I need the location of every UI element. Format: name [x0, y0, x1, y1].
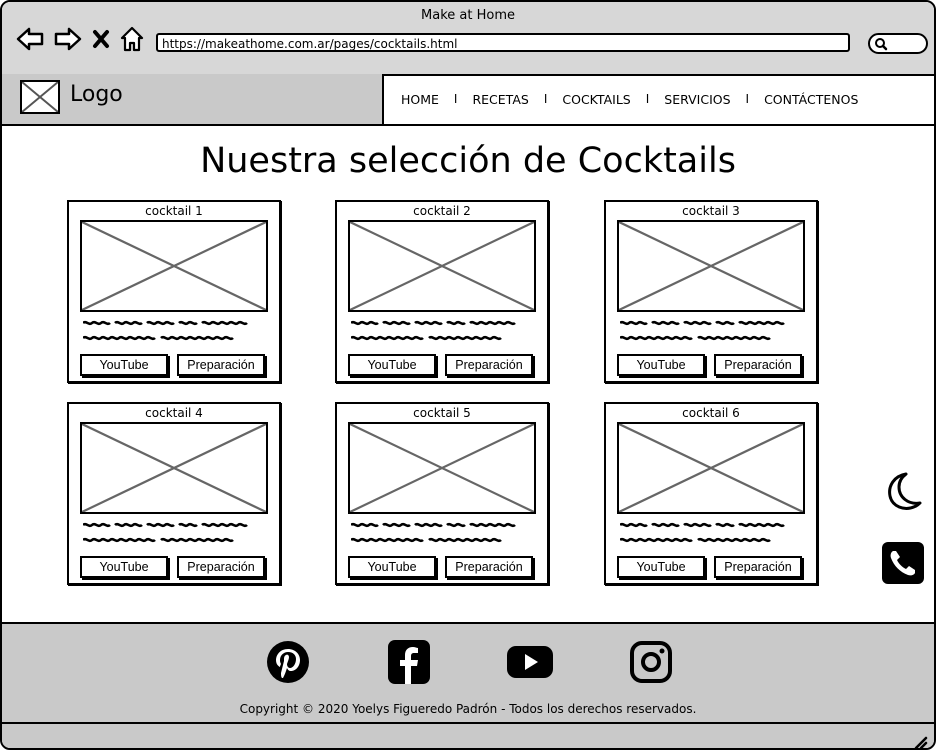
cocktail-card: cocktail 2 YouTube Preparación — [335, 200, 549, 383]
card-image-placeholder — [80, 422, 268, 514]
browser-window: Make at Home https://makeathome.com.ar/p… — [0, 0, 936, 750]
site-footer: Copyright © 2020 Yoelys Figueredo Padrón… — [2, 622, 934, 724]
card-image-placeholder — [348, 422, 536, 514]
placeholder-text-lines — [83, 522, 248, 543]
main-menu: HOME I RECETAS I COCKTAILS I SERVICIOS I… — [386, 74, 934, 124]
preparacion-button[interactable]: Preparación — [445, 556, 533, 578]
address-bar[interactable]: https://makeathome.com.ar/pages/cocktail… — [156, 33, 850, 52]
site-header: Logo HOME I RECETAS I COCKTAILS I SERVIC… — [2, 74, 934, 126]
card-title: cocktail 5 — [413, 406, 471, 420]
search-icon — [875, 38, 888, 51]
placeholder-text-lines — [83, 320, 248, 341]
youtube-button[interactable]: YouTube — [617, 556, 705, 578]
card-image-placeholder — [80, 220, 268, 312]
placeholder-text-lines — [620, 522, 785, 543]
youtube-button[interactable]: YouTube — [348, 556, 436, 578]
page-title: Nuestra selección de Cocktails — [200, 141, 736, 181]
menu-item-cocktails[interactable]: COCKTAILS — [547, 92, 645, 107]
close-icon[interactable] — [92, 28, 110, 50]
window-title: Make at Home — [421, 8, 515, 23]
menu-item-servicios[interactable]: SERVICIOS — [649, 92, 745, 107]
cocktail-card: cocktail 4 YouTube Preparación — [67, 402, 281, 585]
logo-text: Logo — [70, 82, 123, 107]
menu-item-contactenos[interactable]: CONTÁCTENOS — [749, 92, 873, 107]
card-image-placeholder — [617, 422, 805, 514]
back-arrow-icon[interactable] — [16, 26, 44, 52]
card-title: cocktail 4 — [145, 406, 203, 420]
youtube-button[interactable]: YouTube — [617, 354, 705, 376]
preparacion-button[interactable]: Preparación — [177, 354, 265, 376]
placeholder-text-lines — [351, 522, 516, 543]
placeholder-text-lines — [351, 320, 516, 341]
preparacion-button[interactable]: Preparación — [445, 354, 533, 376]
resize-grip-icon[interactable] — [912, 734, 928, 750]
youtube-button[interactable]: YouTube — [348, 354, 436, 376]
youtube-icon[interactable] — [506, 640, 554, 688]
placeholder-text-lines — [620, 320, 785, 341]
pinterest-icon[interactable] — [266, 640, 310, 688]
card-image-placeholder — [617, 220, 805, 312]
menu-item-recetas[interactable]: RECETAS — [457, 92, 543, 107]
card-image-placeholder — [348, 220, 536, 312]
moon-icon[interactable] — [882, 470, 924, 518]
cocktail-card: cocktail 3 YouTube Preparación — [604, 200, 818, 383]
card-title: cocktail 6 — [682, 406, 740, 420]
copyright-text: Copyright © 2020 Yoelys Figueredo Padrón… — [239, 702, 697, 716]
cocktail-card: cocktail 6 YouTube Preparación — [604, 402, 818, 585]
search-box[interactable] — [868, 33, 928, 54]
card-title: cocktail 2 — [413, 204, 471, 218]
card-title: cocktail 1 — [145, 204, 203, 218]
browser-chrome: Make at Home https://makeathome.com.ar/p… — [2, 2, 934, 76]
preparacion-button[interactable]: Preparación — [177, 556, 265, 578]
youtube-button[interactable]: YouTube — [80, 354, 168, 376]
cocktail-card: cocktail 1 YouTube Preparación — [67, 200, 281, 383]
facebook-icon[interactable] — [388, 640, 430, 688]
menu-item-home[interactable]: HOME — [386, 92, 454, 107]
logo-area[interactable]: Logo — [2, 74, 384, 124]
logo-image-placeholder — [20, 80, 60, 114]
youtube-button[interactable]: YouTube — [80, 556, 168, 578]
preparacion-button[interactable]: Preparación — [714, 354, 802, 376]
home-icon[interactable] — [120, 26, 144, 52]
forward-arrow-icon[interactable] — [54, 26, 82, 52]
cocktail-card: cocktail 5 YouTube Preparación — [335, 402, 549, 585]
preparacion-button[interactable]: Preparación — [714, 556, 802, 578]
status-bar — [2, 722, 934, 750]
instagram-icon[interactable] — [630, 640, 672, 688]
phone-icon[interactable] — [882, 542, 924, 588]
card-title: cocktail 3 — [682, 204, 740, 218]
nav-controls — [16, 24, 144, 54]
